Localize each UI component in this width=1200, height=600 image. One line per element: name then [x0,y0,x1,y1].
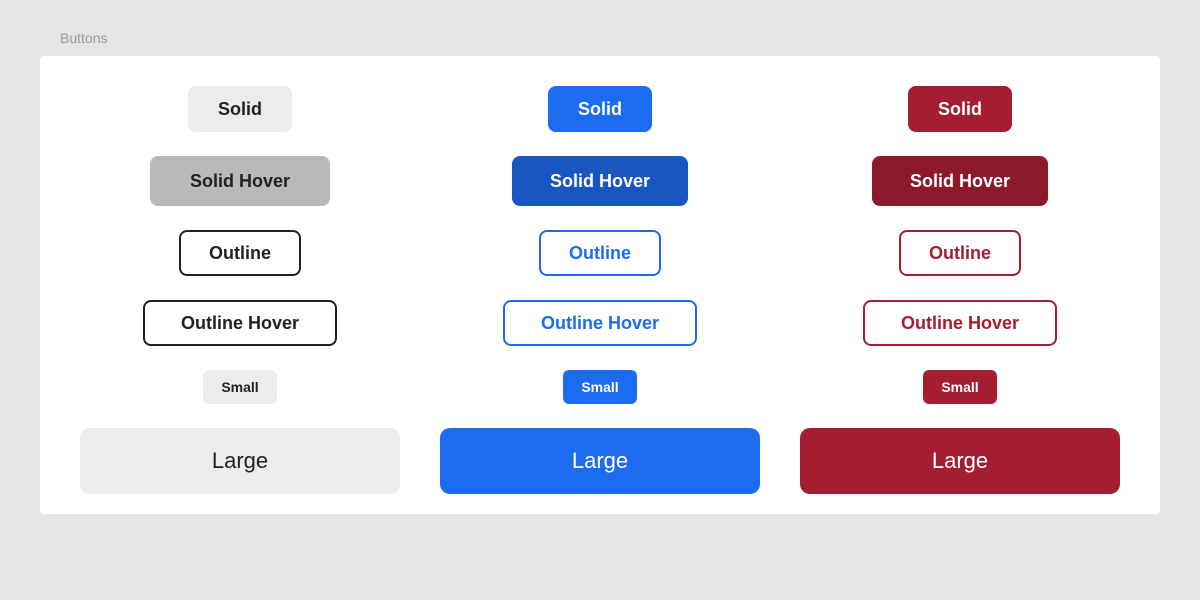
outline-default-button[interactable]: Outline [179,230,301,276]
buttons-panel: Solid Solid Solid Solid Hover Solid Hove… [40,56,1160,514]
small-primary-button[interactable]: Small [563,370,636,404]
outline-danger-hover-button[interactable]: Outline Hover [863,300,1057,346]
solid-primary-hover-button[interactable]: Solid Hover [512,156,688,206]
solid-danger-button[interactable]: Solid [908,86,1012,132]
section-title: Buttons [60,30,1160,46]
buttons-demo-page: Buttons Solid Solid Solid Solid Hover So… [0,0,1200,514]
solid-default-hover-button[interactable]: Solid Hover [150,156,330,206]
large-default-cell: Large [80,428,400,494]
outline-primary-hover-button[interactable]: Outline Hover [503,300,697,346]
solid-danger-hover-button[interactable]: Solid Hover [872,156,1048,206]
outline-default-hover-button[interactable]: Outline Hover [143,300,337,346]
buttons-grid: Solid Solid Solid Solid Hover Solid Hove… [80,86,1120,494]
large-primary-cell: Large [440,428,760,494]
small-danger-button[interactable]: Small [923,370,996,404]
large-default-button[interactable]: Large [80,428,400,494]
outline-primary-button[interactable]: Outline [539,230,661,276]
small-default-button[interactable]: Small [203,370,276,404]
large-danger-button[interactable]: Large [800,428,1120,494]
large-danger-cell: Large [800,428,1120,494]
large-primary-button[interactable]: Large [440,428,760,494]
solid-default-button[interactable]: Solid [188,86,292,132]
outline-danger-button[interactable]: Outline [899,230,1021,276]
solid-primary-button[interactable]: Solid [548,86,652,132]
